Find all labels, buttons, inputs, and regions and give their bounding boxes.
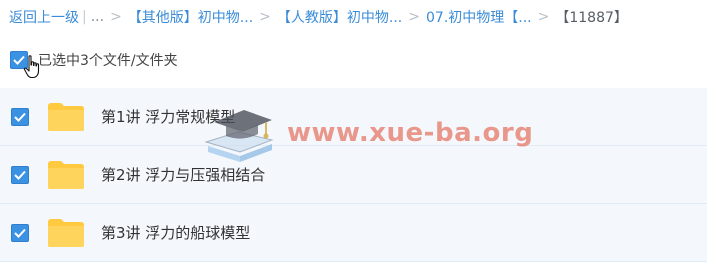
- breadcrumb-separator: >: [408, 9, 420, 25]
- breadcrumb-item[interactable]: 【人教版】初中物...: [277, 7, 402, 27]
- file-row[interactable]: 第1讲 浮力常规模型: [0, 88, 707, 146]
- file-checkbox[interactable]: [11, 107, 29, 126]
- checkmark-icon: [14, 170, 26, 180]
- folder-icon: [48, 102, 84, 131]
- breadcrumb: 返回上一级 | ... > 【其他版】初中物... > 【人教版】初中物... …: [9, 4, 628, 30]
- folder-icon: [48, 160, 84, 189]
- back-link[interactable]: 返回上一级: [9, 7, 79, 27]
- breadcrumb-separator: >: [537, 9, 550, 25]
- selection-count-label: 已选中3个文件/文件夹: [38, 53, 178, 69]
- file-name[interactable]: 第1讲 浮力常规模型: [101, 106, 235, 127]
- folder-icon: [48, 218, 84, 247]
- checkmark-icon: [14, 112, 26, 122]
- file-checkbox[interactable]: [11, 223, 29, 242]
- file-name[interactable]: 第3讲 浮力的船球模型: [101, 222, 250, 243]
- checkmark-icon: [14, 228, 26, 238]
- file-row[interactable]: 第3讲 浮力的船球模型: [0, 204, 707, 262]
- breadcrumb-item[interactable]: 【其他版】初中物...: [128, 7, 253, 27]
- breadcrumb-pipe: |: [82, 9, 87, 25]
- file-name[interactable]: 第2讲 浮力与压强相结合: [101, 164, 265, 185]
- hand-cursor-icon: [23, 55, 40, 79]
- breadcrumb-item[interactable]: 07.初中物理【...: [426, 7, 532, 27]
- breadcrumb-separator: >: [259, 9, 271, 25]
- file-checkbox[interactable]: [11, 165, 29, 184]
- breadcrumb-ellipsis[interactable]: ...: [91, 9, 104, 25]
- breadcrumb-separator: >: [110, 9, 122, 25]
- breadcrumb-current: 【11887】: [555, 10, 628, 26]
- file-row[interactable]: 第2讲 浮力与压强相结合: [0, 146, 707, 204]
- file-list: 第1讲 浮力常规模型 第2讲 浮力与压强相结合 第3讲 浮力的船球模型: [0, 88, 707, 262]
